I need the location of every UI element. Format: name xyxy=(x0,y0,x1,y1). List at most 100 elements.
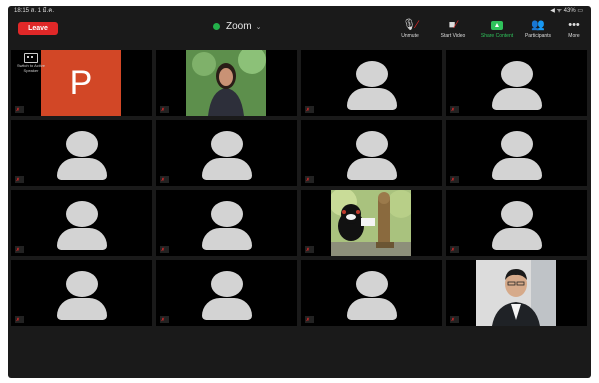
start-video-button[interactable]: ■⁄ Start Video xyxy=(433,18,473,40)
participant-video xyxy=(186,50,266,116)
participant-tile[interactable]: ✗ xyxy=(156,190,297,256)
participant-tile[interactable]: ✗ xyxy=(301,50,442,116)
chevron-down-icon: ⌄ xyxy=(255,24,262,31)
default-avatar-head xyxy=(211,201,243,227)
meeting-info-button[interactable]: Zoom ⌄ xyxy=(213,19,261,35)
participant-name-tag: ✗ xyxy=(15,106,24,113)
default-avatar-body xyxy=(347,88,397,110)
participant-tile[interactable]: ✗ xyxy=(301,120,442,186)
participant-tile[interactable]: ✗ xyxy=(301,190,442,256)
default-avatar-body xyxy=(57,158,107,180)
participant-name-tag: ✗ xyxy=(305,106,314,113)
ios-status-bar: 18:15 ส. 1 มี.ค. ◀ ᯤ 43% ▭ xyxy=(8,6,591,16)
participant-name-tag: ✗ xyxy=(160,106,169,113)
participant-name-tag: ✗ xyxy=(15,176,24,183)
participants-button[interactable]: 👥 Participants xyxy=(518,18,558,40)
default-avatar-head xyxy=(356,131,388,157)
participant-tile[interactable]: ✗ xyxy=(156,120,297,186)
unmute-button[interactable]: 🎙⁄ Unmute xyxy=(390,18,430,40)
default-avatar-body xyxy=(202,158,252,180)
muted-mic-icon: ✗ xyxy=(16,177,20,182)
presentation-logo-video: P xyxy=(41,50,121,116)
participant-name-tag: ✗ xyxy=(305,246,314,253)
participant-name-tag: ✗ xyxy=(450,106,459,113)
start-video-label: Start Video xyxy=(440,33,466,39)
switch-view-label: Switch to Active Speaker xyxy=(16,63,45,73)
participant-name-tag: ✗ xyxy=(450,176,459,183)
muted-mic-icon: ✗ xyxy=(161,317,165,322)
participant-video xyxy=(331,190,411,256)
unmute-label: Unmute xyxy=(401,33,419,39)
participant-name-tag: ✗ xyxy=(160,246,169,253)
participant-name-tag: ✗ xyxy=(305,316,314,323)
participant-name-tag: ✗ xyxy=(160,176,169,183)
more-icon: ••• xyxy=(568,19,580,31)
default-avatar-body xyxy=(57,298,107,320)
participant-tile[interactable]: ✗ xyxy=(11,190,152,256)
participant-tile[interactable]: ✗ xyxy=(446,50,587,116)
participant-tile[interactable]: ✗ xyxy=(446,190,587,256)
more-label: More xyxy=(568,33,580,39)
muted-mic-icon: ✗ xyxy=(451,177,455,182)
video-camera-off-icon: ■⁄ xyxy=(448,19,458,31)
zoom-window: 18:15 ส. 1 มี.ค. ◀ ᯤ 43% ▭ Leave Zoom ⌄ 🎙… xyxy=(8,6,591,378)
participant-name-tag: ✗ xyxy=(15,246,24,253)
switch-view-button[interactable]: Switch to Active Speaker xyxy=(11,50,51,80)
default-avatar-head xyxy=(356,61,388,87)
leave-button[interactable]: Leave xyxy=(18,22,58,35)
participant-name-tag: ✗ xyxy=(160,316,169,323)
share-screen-icon xyxy=(477,18,517,32)
share-content-label: Share Content xyxy=(480,33,514,39)
default-avatar-head xyxy=(66,131,98,157)
participant-tile[interactable]: ✗ xyxy=(156,50,297,116)
default-avatar-body xyxy=(492,228,542,250)
participant-tile[interactable]: ✗ xyxy=(446,120,587,186)
default-avatar-head xyxy=(66,271,98,297)
muted-mic-icon: ✗ xyxy=(306,317,310,322)
muted-mic-icon: ✗ xyxy=(451,247,455,252)
default-avatar-body xyxy=(202,298,252,320)
share-content-button[interactable]: Share Content xyxy=(477,18,517,40)
default-avatar-body xyxy=(347,298,397,320)
participant-tile[interactable]: ✗ xyxy=(11,120,152,186)
muted-mic-icon: ✗ xyxy=(16,247,20,252)
muted-mic-icon: ✗ xyxy=(451,107,455,112)
default-avatar-head xyxy=(501,201,533,227)
status-system-indicators: ◀ ᯤ 43% ▭ xyxy=(550,8,583,14)
default-avatar-head xyxy=(501,61,533,87)
participant-name-tag: ✗ xyxy=(305,176,314,183)
microphone-muted-icon: 🎙⁄ xyxy=(402,19,418,31)
gallery-view: P ✗ ✗ ✗ ✗ ✗ ✗ ✗ ✗ ✗ ✗ ✗ ✗ ✗ ✗ ✗ ✗ Switch… xyxy=(11,50,588,326)
participant-name-tag: ✗ xyxy=(450,316,459,323)
muted-mic-icon: ✗ xyxy=(16,107,20,112)
default-avatar-body xyxy=(347,158,397,180)
muted-mic-icon: ✗ xyxy=(306,107,310,112)
default-avatar-head xyxy=(66,201,98,227)
muted-mic-icon: ✗ xyxy=(161,177,165,182)
muted-mic-icon: ✗ xyxy=(16,317,20,322)
default-avatar-head xyxy=(356,271,388,297)
participant-tile[interactable]: ✗ xyxy=(156,260,297,326)
participant-video xyxy=(476,260,556,326)
default-avatar-head xyxy=(211,271,243,297)
muted-mic-icon: ✗ xyxy=(451,317,455,322)
muted-mic-icon: ✗ xyxy=(306,247,310,252)
default-avatar-head xyxy=(211,131,243,157)
participant-name-tag: ✗ xyxy=(450,246,459,253)
participant-tile[interactable]: ✗ xyxy=(11,260,152,326)
participant-tile[interactable]: ✗ xyxy=(301,260,442,326)
muted-mic-icon: ✗ xyxy=(306,177,310,182)
meeting-toolbar: Leave Zoom ⌄ 🎙⁄ Unmute ■⁄ Start Video Sha… xyxy=(8,16,591,46)
muted-mic-icon: ✗ xyxy=(161,247,165,252)
gallery-grid-icon xyxy=(24,53,38,63)
meeting-title: Zoom xyxy=(226,21,252,32)
default-avatar-body xyxy=(202,228,252,250)
muted-mic-icon: ✗ xyxy=(161,107,165,112)
participant-tile[interactable]: ✗ xyxy=(446,260,587,326)
status-time: 18:15 ส. 1 มี.ค. xyxy=(14,8,54,14)
more-button[interactable]: ••• More xyxy=(554,18,591,40)
default-avatar-body xyxy=(57,228,107,250)
participant-name-tag: ✗ xyxy=(15,316,24,323)
default-avatar-body xyxy=(492,158,542,180)
participants-icon: 👥 xyxy=(531,19,545,31)
